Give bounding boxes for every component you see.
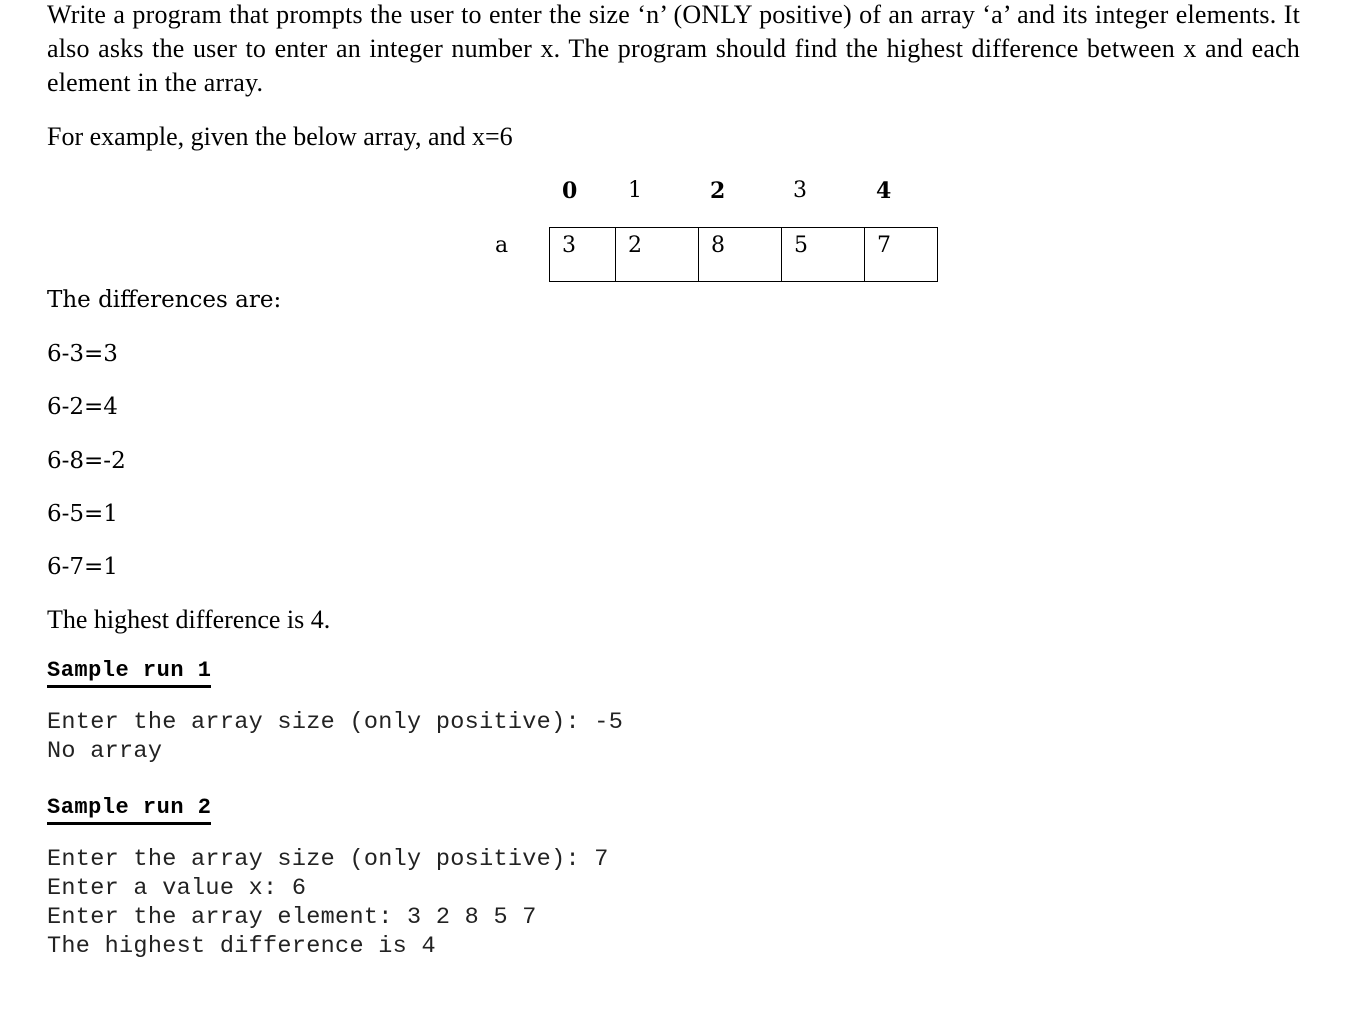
console-line: No array [47,738,163,765]
difference-line: 6-7=1 [47,554,118,580]
difference-line: 6-5=1 [47,501,118,527]
difference-line: 6-8=-2 [47,448,126,474]
sample-run-1-heading: Sample run 1 [47,657,212,688]
example-intro: For example, given the below array, and … [47,122,513,151]
sample-run-2-heading: Sample run 2 [47,794,212,825]
differences-heading: The differences are: [47,287,282,313]
difference-line: 6-3=3 [47,341,118,367]
console-line: Enter the array size (only positive): 7 [47,846,609,873]
difference-line: 6-2=4 [47,394,118,420]
array-cell: 2 [616,228,699,281]
console-line: Enter the array size (only positive): -5 [47,709,624,736]
array-index: 2 [710,178,726,204]
array-cell: 7 [877,233,891,258]
problem-statement: Write a program that prompts the user to… [47,0,1300,97]
array-index: 4 [876,178,892,204]
array-index: 3 [793,178,807,203]
console-line: The highest difference is 4 [47,933,436,960]
array-cell: 5 [782,228,865,281]
console-line: Enter the array element: 3 2 8 5 7 [47,904,537,931]
array-cells: 3 2 8 5 7 [549,227,938,282]
differences-conclusion: The highest difference is 4. [47,605,331,634]
array-index: 1 [628,178,642,203]
array-cell: 3 [550,228,616,281]
array-index: 0 [562,178,578,204]
array-name-label: a [495,233,509,258]
array-cell: 8 [699,228,782,281]
console-line: Enter a value x: 6 [47,875,307,902]
